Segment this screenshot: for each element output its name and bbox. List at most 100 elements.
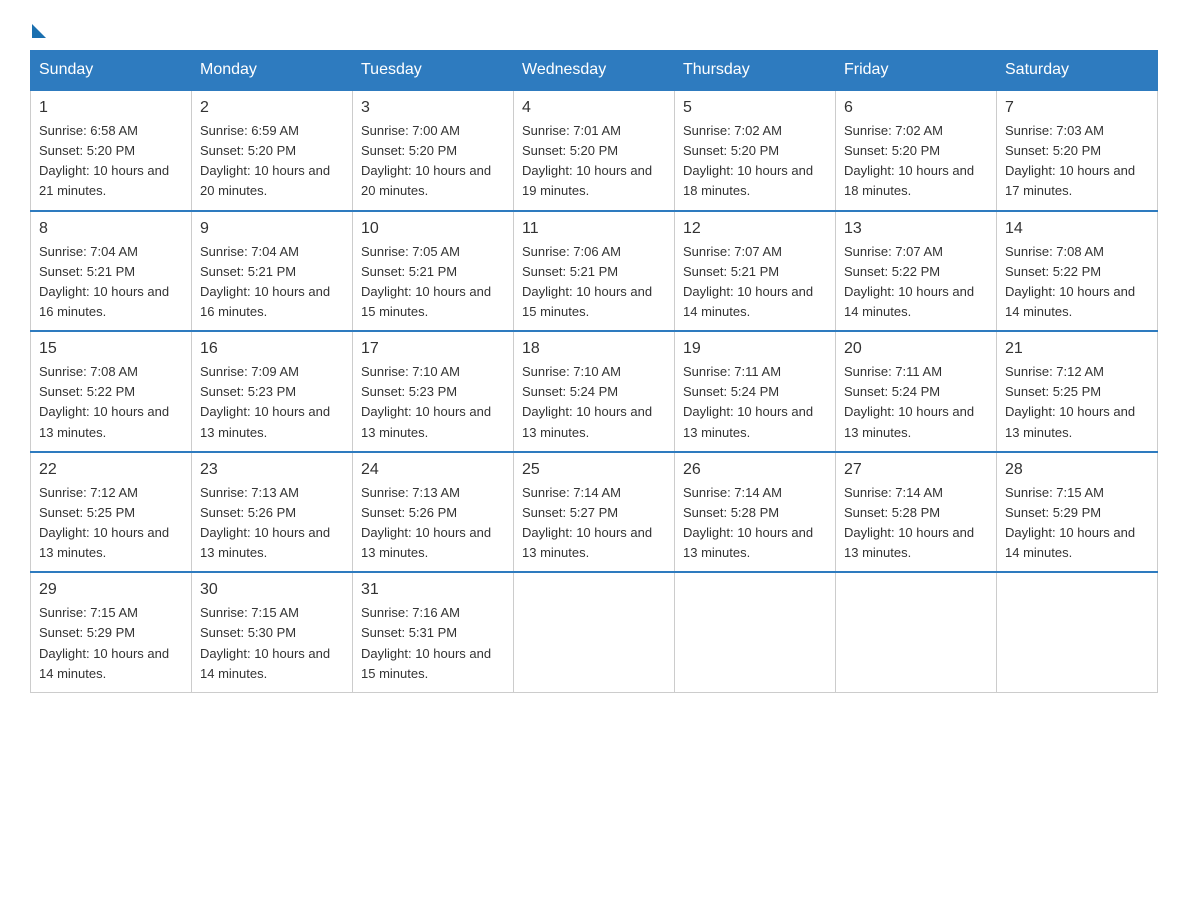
weekday-header-row: SundayMondayTuesdayWednesdayThursdayFrid… [31,51,1158,91]
logo-arrow-icon [32,24,46,38]
calendar-cell: 1 Sunrise: 6:58 AMSunset: 5:20 PMDaylight… [31,90,192,211]
day-number: 26 [683,461,827,479]
calendar-cell: 16 Sunrise: 7:09 AMSunset: 5:23 PMDayligh… [192,331,353,452]
day-number: 23 [200,461,344,479]
calendar-cell: 15 Sunrise: 7:08 AMSunset: 5:22 PMDayligh… [31,331,192,452]
calendar-cell [675,572,836,692]
day-info: Sunrise: 7:07 AMSunset: 5:22 PMDaylight:… [844,242,988,323]
week-row-4: 22 Sunrise: 7:12 AMSunset: 5:25 PMDayligh… [31,452,1158,573]
calendar-cell: 10 Sunrise: 7:05 AMSunset: 5:21 PMDayligh… [353,211,514,332]
day-number: 25 [522,461,666,479]
day-number: 10 [361,220,505,238]
calendar-cell: 12 Sunrise: 7:07 AMSunset: 5:21 PMDayligh… [675,211,836,332]
weekday-header-wednesday: Wednesday [514,51,675,91]
day-number: 21 [1005,340,1149,358]
day-info: Sunrise: 7:11 AMSunset: 5:24 PMDaylight:… [683,362,827,443]
logo [30,20,46,34]
day-number: 17 [361,340,505,358]
calendar-cell: 19 Sunrise: 7:11 AMSunset: 5:24 PMDayligh… [675,331,836,452]
day-info: Sunrise: 7:10 AMSunset: 5:23 PMDaylight:… [361,362,505,443]
weekday-header-friday: Friday [836,51,997,91]
day-number: 24 [361,461,505,479]
day-info: Sunrise: 7:01 AMSunset: 5:20 PMDaylight:… [522,121,666,202]
day-number: 22 [39,461,183,479]
weekday-header-saturday: Saturday [997,51,1158,91]
week-row-2: 8Sunrise: 7:04 AMSunset: 5:21 PMDaylight… [31,211,1158,332]
day-number: 9 [200,220,344,238]
day-number: 4 [522,99,666,117]
day-number: 29 [39,581,183,599]
calendar-cell: 29 Sunrise: 7:15 AMSunset: 5:29 PMDayligh… [31,572,192,692]
calendar-cell: 17 Sunrise: 7:10 AMSunset: 5:23 PMDayligh… [353,331,514,452]
day-number: 2 [200,99,344,117]
calendar-cell: 25 Sunrise: 7:14 AMSunset: 5:27 PMDayligh… [514,452,675,573]
calendar-cell: 3 Sunrise: 7:00 AMSunset: 5:20 PMDaylight… [353,90,514,211]
weekday-header-sunday: Sunday [31,51,192,91]
day-info: Sunrise: 7:13 AMSunset: 5:26 PMDaylight:… [200,483,344,564]
day-info: Sunrise: 7:06 AMSunset: 5:21 PMDaylight:… [522,242,666,323]
day-info: Sunrise: 7:12 AMSunset: 5:25 PMDaylight:… [1005,362,1149,443]
calendar-cell: 22 Sunrise: 7:12 AMSunset: 5:25 PMDayligh… [31,452,192,573]
day-info: Sunrise: 7:00 AMSunset: 5:20 PMDaylight:… [361,121,505,202]
day-info: Sunrise: 7:02 AMSunset: 5:20 PMDaylight:… [683,121,827,202]
calendar-cell: 31 Sunrise: 7:16 AMSunset: 5:31 PMDayligh… [353,572,514,692]
calendar-cell: 2Sunrise: 6:59 AMSunset: 5:20 PMDaylight… [192,90,353,211]
day-info: Sunrise: 7:02 AMSunset: 5:20 PMDaylight:… [844,121,988,202]
week-row-1: 1 Sunrise: 6:58 AMSunset: 5:20 PMDaylight… [31,90,1158,211]
day-info: Sunrise: 7:07 AMSunset: 5:21 PMDaylight:… [683,242,827,323]
day-info: Sunrise: 7:14 AMSunset: 5:28 PMDaylight:… [683,483,827,564]
day-info: Sunrise: 7:12 AMSunset: 5:25 PMDaylight:… [39,483,183,564]
day-info: Sunrise: 7:15 AMSunset: 5:29 PMDaylight:… [1005,483,1149,564]
calendar-cell: 6 Sunrise: 7:02 AMSunset: 5:20 PMDaylight… [836,90,997,211]
day-info: Sunrise: 7:16 AMSunset: 5:31 PMDaylight:… [361,603,505,684]
day-info: Sunrise: 7:14 AMSunset: 5:27 PMDaylight:… [522,483,666,564]
day-info: Sunrise: 7:09 AMSunset: 5:23 PMDaylight:… [200,362,344,443]
day-info: Sunrise: 7:08 AMSunset: 5:22 PMDaylight:… [39,362,183,443]
calendar-cell: 24 Sunrise: 7:13 AMSunset: 5:26 PMDayligh… [353,452,514,573]
day-number: 7 [1005,99,1149,117]
calendar-cell: 28 Sunrise: 7:15 AMSunset: 5:29 PMDayligh… [997,452,1158,573]
week-row-3: 15 Sunrise: 7:08 AMSunset: 5:22 PMDayligh… [31,331,1158,452]
calendar-cell: 30Sunrise: 7:15 AMSunset: 5:30 PMDayligh… [192,572,353,692]
calendar-cell: 26 Sunrise: 7:14 AMSunset: 5:28 PMDayligh… [675,452,836,573]
day-info: Sunrise: 6:58 AMSunset: 5:20 PMDaylight:… [39,121,183,202]
calendar-cell [514,572,675,692]
weekday-header-thursday: Thursday [675,51,836,91]
day-number: 27 [844,461,988,479]
day-info: Sunrise: 7:05 AMSunset: 5:21 PMDaylight:… [361,242,505,323]
day-info: Sunrise: 7:04 AMSunset: 5:21 PMDaylight:… [39,242,183,323]
calendar-table: SundayMondayTuesdayWednesdayThursdayFrid… [30,50,1158,693]
day-info: Sunrise: 7:15 AMSunset: 5:29 PMDaylight:… [39,603,183,684]
calendar-cell: 8Sunrise: 7:04 AMSunset: 5:21 PMDaylight… [31,211,192,332]
day-number: 12 [683,220,827,238]
day-number: 1 [39,99,183,117]
day-info: Sunrise: 7:03 AMSunset: 5:20 PMDaylight:… [1005,121,1149,202]
day-number: 15 [39,340,183,358]
day-number: 13 [844,220,988,238]
day-info: Sunrise: 7:13 AMSunset: 5:26 PMDaylight:… [361,483,505,564]
day-number: 28 [1005,461,1149,479]
calendar-cell: 27 Sunrise: 7:14 AMSunset: 5:28 PMDayligh… [836,452,997,573]
calendar-cell: 9Sunrise: 7:04 AMSunset: 5:21 PMDaylight… [192,211,353,332]
day-number: 6 [844,99,988,117]
day-info: Sunrise: 7:15 AMSunset: 5:30 PMDaylight:… [200,603,344,684]
calendar-cell: 14 Sunrise: 7:08 AMSunset: 5:22 PMDayligh… [997,211,1158,332]
day-number: 14 [1005,220,1149,238]
page-header [30,20,1158,34]
day-number: 19 [683,340,827,358]
day-number: 11 [522,220,666,238]
day-info: Sunrise: 7:14 AMSunset: 5:28 PMDaylight:… [844,483,988,564]
calendar-cell: 13 Sunrise: 7:07 AMSunset: 5:22 PMDayligh… [836,211,997,332]
day-info: Sunrise: 7:08 AMSunset: 5:22 PMDaylight:… [1005,242,1149,323]
calendar-cell: 7 Sunrise: 7:03 AMSunset: 5:20 PMDaylight… [997,90,1158,211]
day-number: 31 [361,581,505,599]
calendar-cell: 18Sunrise: 7:10 AMSunset: 5:24 PMDayligh… [514,331,675,452]
calendar-cell: 20Sunrise: 7:11 AMSunset: 5:24 PMDayligh… [836,331,997,452]
calendar-cell: 11 Sunrise: 7:06 AMSunset: 5:21 PMDayligh… [514,211,675,332]
day-number: 3 [361,99,505,117]
week-row-5: 29 Sunrise: 7:15 AMSunset: 5:29 PMDayligh… [31,572,1158,692]
calendar-cell: 21 Sunrise: 7:12 AMSunset: 5:25 PMDayligh… [997,331,1158,452]
day-number: 18 [522,340,666,358]
day-number: 16 [200,340,344,358]
calendar-cell [997,572,1158,692]
